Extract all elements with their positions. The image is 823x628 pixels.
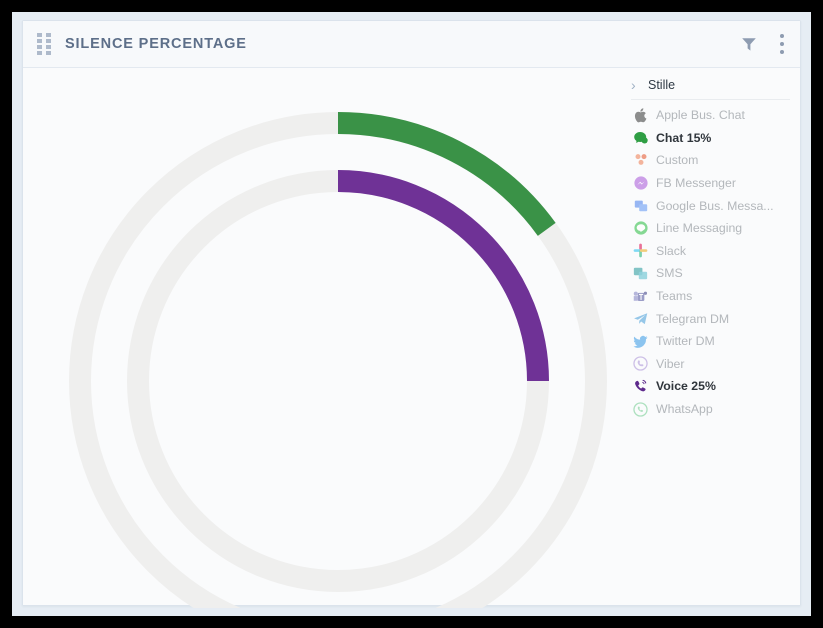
legend-item-label: SMS <box>656 266 683 281</box>
donut-chart-svg <box>69 112 607 608</box>
legend-item-label: WhatsApp <box>656 402 713 417</box>
slack-icon <box>633 244 648 258</box>
legend-item-fb-messenger[interactable]: FB Messenger <box>631 172 790 195</box>
legend-group-label: Stille <box>648 78 676 92</box>
page-title: SILENCE PERCENTAGE <box>65 36 247 52</box>
legend-item-google-bus-messages[interactable]: Google Bus. Messa... <box>631 194 790 217</box>
twitter-icon <box>633 335 648 348</box>
card-body: › Stille Apple Bus. Chat Chat 15% Custom… <box>23 68 800 608</box>
legend-item-label: Line Messaging <box>656 221 743 236</box>
custom-dots-icon <box>633 153 648 168</box>
legend-item-label: Twitter DM <box>656 334 715 349</box>
voice-arc[interactable] <box>337 170 549 382</box>
line-messaging-icon <box>633 221 648 236</box>
drag-handle-icon[interactable] <box>37 33 51 55</box>
header-actions <box>740 34 784 54</box>
legend-item-label: Google Bus. Messa... <box>656 198 774 213</box>
legend-item-label: Slack <box>656 243 687 258</box>
legend-item-chat[interactable]: Chat 15% <box>631 127 790 150</box>
legend-item-voice[interactable]: Voice 25% <box>631 375 790 398</box>
more-options-icon[interactable] <box>780 34 784 54</box>
legend-item-label: Chat 15% <box>656 130 712 145</box>
telegram-icon <box>634 313 648 325</box>
viber-icon <box>633 356 648 372</box>
legend-item-sms[interactable]: SMS <box>631 262 790 285</box>
legend-item-twitter-dm[interactable]: Twitter DM <box>631 330 790 353</box>
whatsapp-icon <box>633 401 648 417</box>
apple-icon <box>633 108 648 123</box>
silence-percentage-chart <box>23 68 625 608</box>
legend-item-label: Custom <box>656 153 699 168</box>
legend-item-apple-bus-chat[interactable]: Apple Bus. Chat <box>631 104 790 127</box>
legend-item-viber[interactable]: Viber <box>631 353 790 376</box>
filter-icon[interactable] <box>740 35 758 53</box>
legend-item-slack[interactable]: Slack <box>631 240 790 263</box>
legend-item-whatsapp[interactable]: WhatsApp <box>631 398 790 421</box>
google-business-messages-icon <box>633 198 648 213</box>
legend-item-teams[interactable]: Teams <box>631 285 790 308</box>
legend-item-label: Viber <box>656 356 685 371</box>
legend-item-telegram-dm[interactable]: Telegram DM <box>631 307 790 330</box>
legend-item-line-messaging[interactable]: Line Messaging <box>631 217 790 240</box>
legend-item-label: Teams <box>656 289 693 304</box>
legend-item-label: Apple Bus. Chat <box>656 108 745 123</box>
legend-item-label: Telegram DM <box>656 311 730 326</box>
legend-group-stille[interactable]: › Stille <box>631 76 790 100</box>
page-frame: SILENCE PERCENTAGE › Stille Apple Bus. C… <box>12 12 811 616</box>
legend-item-custom[interactable]: Custom <box>631 149 790 172</box>
sms-icon <box>633 267 648 280</box>
silence-percentage-card: SILENCE PERCENTAGE › Stille Apple Bus. C… <box>22 20 801 608</box>
legend-item-label: Voice 25% <box>656 379 716 394</box>
microsoft-teams-icon <box>633 291 648 301</box>
facebook-messenger-icon <box>633 176 648 191</box>
card-header: SILENCE PERCENTAGE <box>23 21 800 68</box>
chart-legend: › Stille Apple Bus. Chat Chat 15% Custom… <box>625 68 800 605</box>
legend-item-label: FB Messenger <box>656 176 736 191</box>
